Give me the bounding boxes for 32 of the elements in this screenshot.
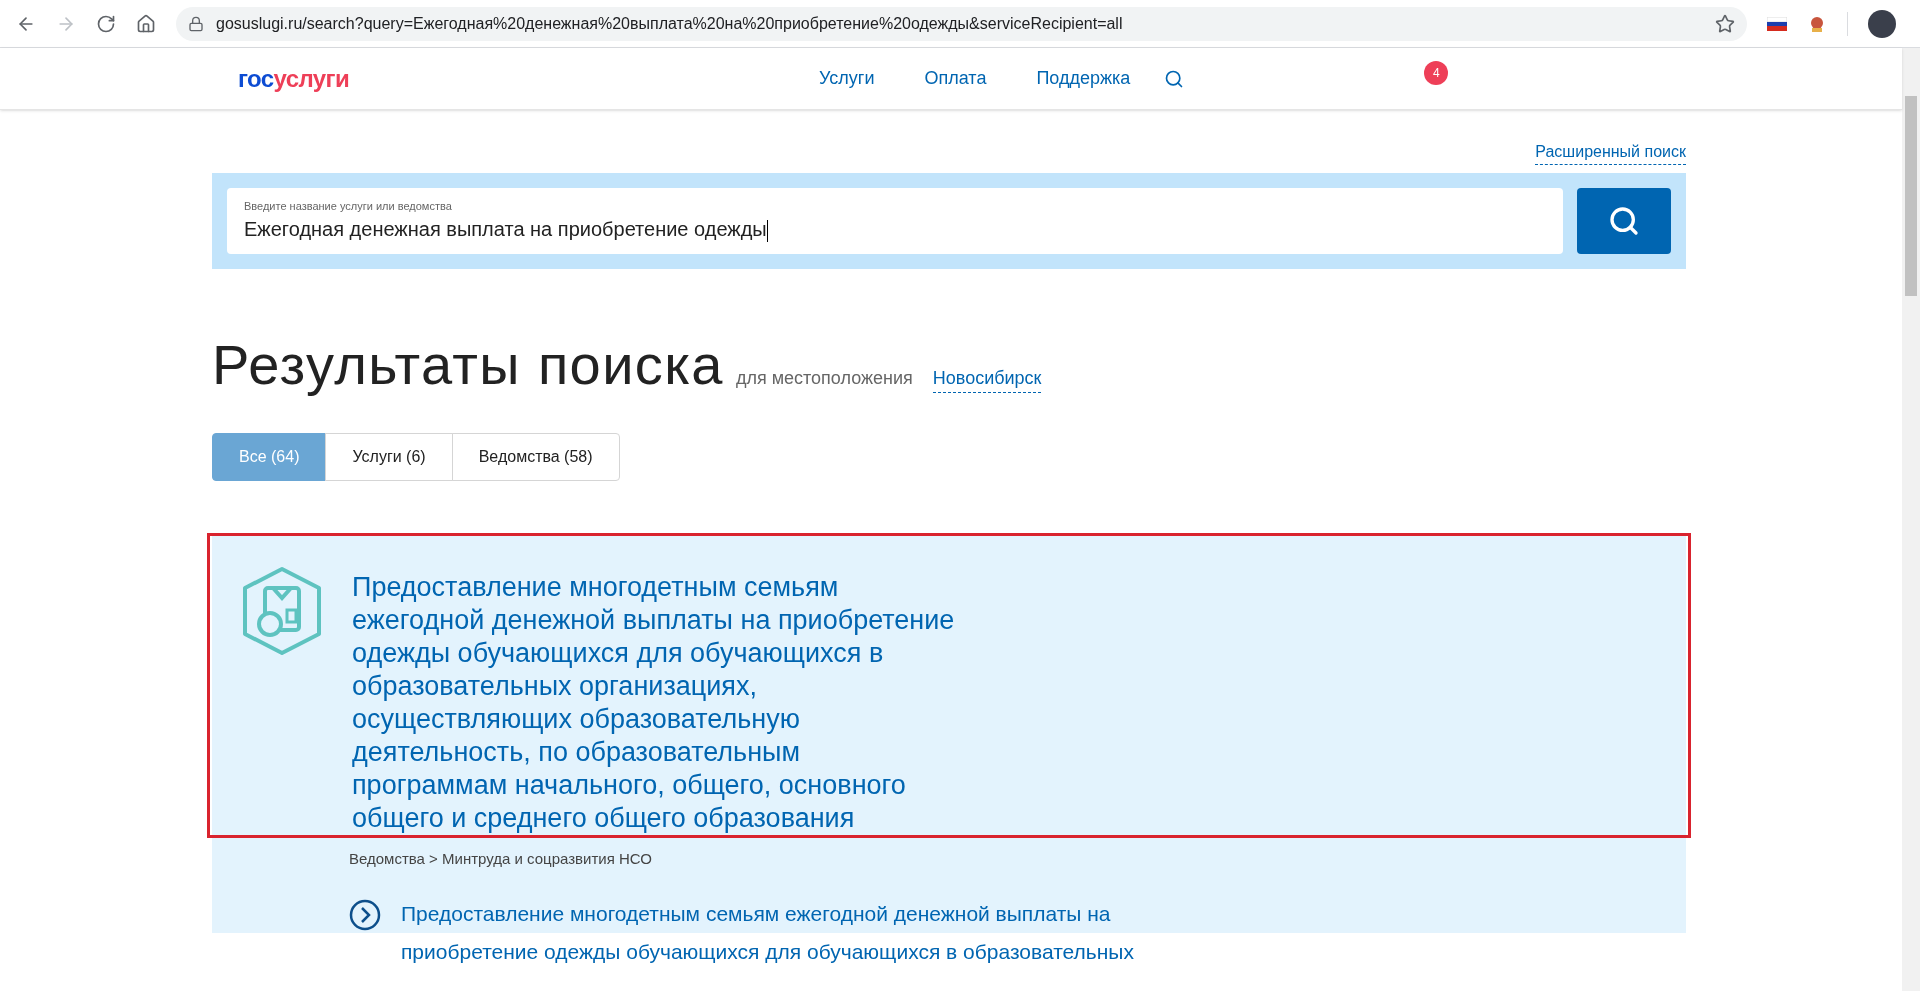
address-bar[interactable]: gosuslugi.ru/search?query=Ежегодная%20денежная%20выплата%20на%20приобретение%20одежды&serviceRecipient=all: [176, 6, 1747, 41]
field-label: Введите название услуги или ведомства: [244, 198, 453, 214]
filter-tab[interactable]: Ведомства (58): [451, 433, 620, 481]
result-highlight[interactable]: [207, 533, 1691, 838]
location-link[interactable]: Новосибирск: [932, 365, 1042, 393]
reload-icon[interactable]: [96, 13, 116, 34]
nav-link[interactable]: Поддержка: [1036, 65, 1131, 92]
home-icon[interactable]: [136, 13, 156, 34]
search-button[interactable]: [1577, 188, 1671, 254]
scrollbar-thumb[interactable]: [1905, 96, 1917, 296]
lock-icon: [188, 15, 204, 32]
location-label: для местоположения: [735, 367, 913, 390]
nav-link[interactable]: Услуги: [819, 65, 875, 92]
bookmark-star-icon[interactable]: [1715, 13, 1735, 34]
flag-icon[interactable]: [1767, 16, 1787, 31]
url-text: gosuslugi.ru/search?query=Ежегодная%20денежная%20выплата%20на%20приобретение%20одежды&serviceRecipient=all: [216, 13, 1124, 34]
field-value: Ежегодная денежная выплата на приобретение одежды: [244, 217, 769, 244]
nav-link[interactable]: Оплата: [924, 65, 987, 92]
service-link[interactable]: Предоставление многодетным семьям ежегодной денежной выплаты на приобретение одежды обучающихся для обучающихся в образовательных: [401, 894, 1134, 971]
scrollbar[interactable]: [1902, 48, 1920, 991]
advanced-search-link[interactable]: Расширенный поиск: [1535, 140, 1686, 165]
search-icon: [1608, 205, 1640, 237]
notification-badge[interactable]: 4: [1424, 60, 1449, 85]
filter-tab[interactable]: Услуги (6): [325, 433, 453, 481]
search-field[interactable]: Введите название услуги или ведомства Ежегодная денежная выплата на приобретение одежды: [227, 188, 1563, 254]
chevron-circle-icon: [349, 898, 381, 931]
profile-avatar[interactable]: [1868, 9, 1896, 38]
breadcrumb: Ведомства > Минтруда и соцразвития НСО: [349, 849, 653, 869]
results-title: Результаты поиска: [212, 332, 724, 398]
site-logo[interactable]: госуслуги: [238, 60, 350, 97]
search-icon[interactable]: [1164, 68, 1185, 89]
service-title-link[interactable]: Предоставление многодетным семьям ежегодной денежной выплаты на приобретение одежды обучающихся для обучающихся в образовательных организациях, осуществляющих образовательную деятельность, по образовательным программам начального, общего, основного общего и среднего общего образования: [352, 571, 955, 835]
